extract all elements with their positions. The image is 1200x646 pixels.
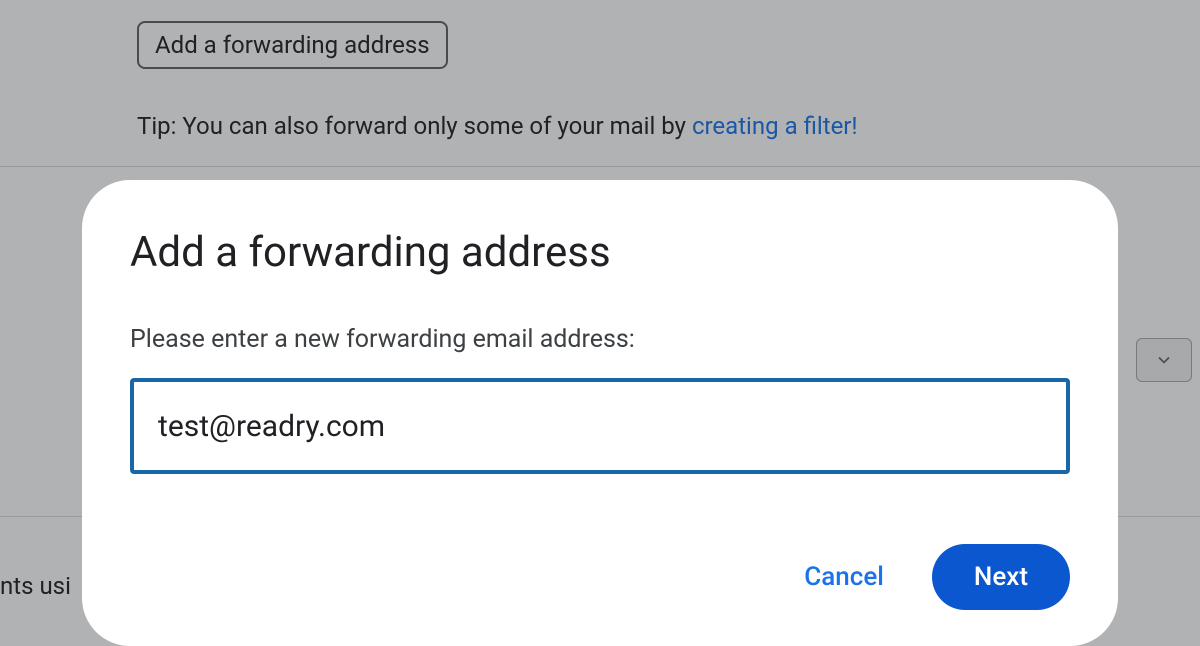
dialog-action-row: Cancel Next: [130, 544, 1070, 610]
add-forwarding-address-dialog: Add a forwarding address Please enter a …: [82, 180, 1118, 646]
cancel-button[interactable]: Cancel: [780, 548, 908, 606]
next-button[interactable]: Next: [932, 544, 1070, 610]
forwarding-email-input[interactable]: [130, 378, 1070, 474]
dialog-prompt-text: Please enter a new forwarding email addr…: [130, 325, 1070, 354]
dialog-title: Add a forwarding address: [130, 228, 1070, 277]
